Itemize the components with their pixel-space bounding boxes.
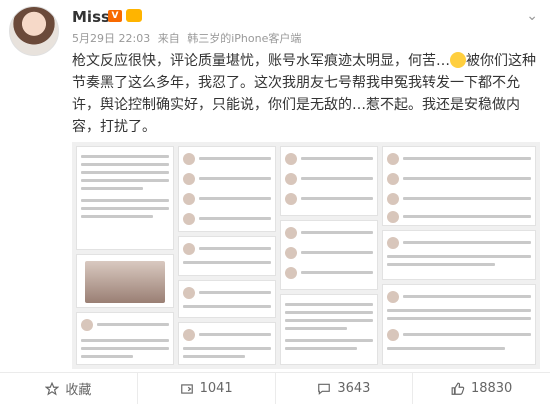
screenshot-image[interactable] — [178, 322, 276, 365]
screenshot-image[interactable] — [76, 146, 174, 250]
post-text: 枪文反应很快，评论质量堪忧，账号水军痕迹太明显，何苦… 被你们这种节奏黑了这么多年… — [72, 50, 540, 138]
screenshot-image[interactable] — [178, 236, 276, 276]
favorite-label: 收藏 — [65, 383, 92, 398]
forward-button[interactable]: 1041 — [138, 373, 276, 404]
forward-count: 1041 — [199, 381, 233, 396]
screenshot-image[interactable] — [178, 280, 276, 318]
comment-button[interactable]: 3643 — [276, 373, 414, 404]
post-time[interactable]: 5月29日 22:03 — [72, 32, 150, 45]
screenshot-image[interactable] — [280, 220, 378, 290]
source-prefix: 来自 — [157, 32, 180, 45]
star-icon — [45, 381, 60, 396]
thumbs-up-icon — [451, 382, 465, 395]
screenshot-image[interactable] — [76, 312, 174, 365]
action-toolbar: 收藏 1041 3643 18830 — [0, 372, 550, 404]
screenshot-image[interactable] — [280, 294, 378, 365]
vip-badge-icon: V — [108, 10, 122, 22]
favorite-button[interactable]: 收藏 — [0, 373, 138, 404]
forward-icon — [180, 383, 193, 394]
screenshot-image[interactable] — [76, 254, 174, 308]
image-collage[interactable] — [72, 142, 540, 369]
username[interactable]: Miss — [72, 8, 110, 26]
screenshot-image[interactable] — [382, 146, 536, 226]
post-source: 韩三岁的iPhone客户端 — [187, 32, 302, 45]
like-count: 18830 — [470, 381, 513, 396]
emoji-icon — [450, 52, 466, 68]
post-meta: 5月29日 22:03 来自 韩三岁的iPhone客户端 — [72, 30, 305, 46]
avatar[interactable] — [9, 6, 59, 56]
like-button[interactable]: 18830 — [413, 373, 550, 404]
screenshot-image[interactable] — [382, 230, 536, 280]
screenshot-image[interactable] — [280, 146, 378, 216]
member-badge-icon — [126, 9, 142, 22]
screenshot-image[interactable] — [178, 146, 276, 232]
post-text-part1: 枪文反应很快，评论质量堪忧，账号水军痕迹太明显，何苦… — [72, 53, 450, 69]
comment-count: 3643 — [337, 381, 371, 396]
screenshot-image[interactable] — [382, 284, 536, 365]
comment-icon — [318, 383, 331, 395]
chevron-down-icon[interactable]: ⌄ — [526, 8, 538, 24]
